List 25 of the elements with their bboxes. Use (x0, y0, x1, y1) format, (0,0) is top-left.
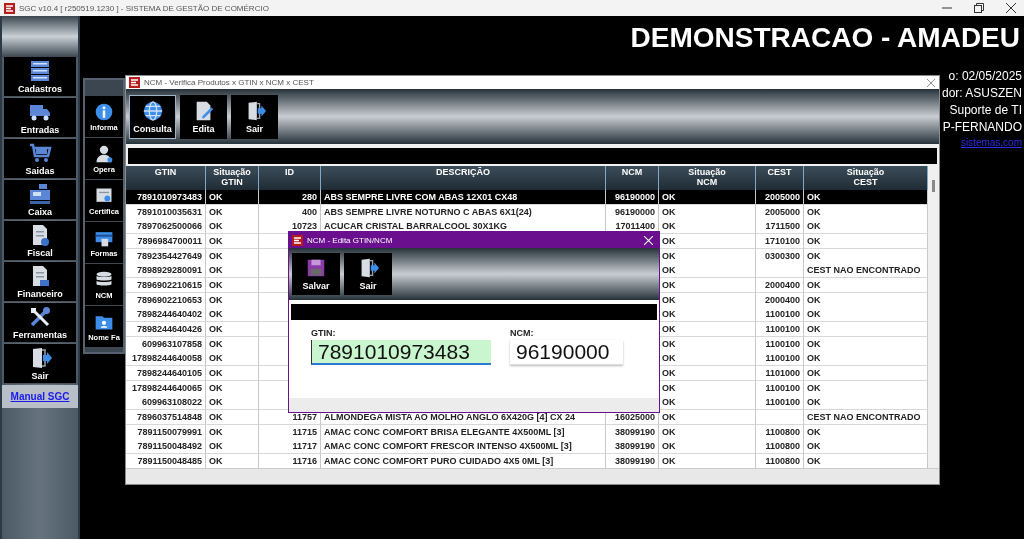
window-title: NCM - Verifica Produtos x GTIN x NCM x CEST (144, 78, 314, 87)
table-cell: 1100100 (756, 321, 804, 337)
table-cell: 7898244640426 (126, 321, 206, 337)
field-label: NCM: (510, 328, 535, 338)
table-cell: OK (659, 409, 756, 425)
table-cell: 7896902210615 (126, 277, 206, 293)
table-cell: OK (206, 409, 259, 425)
table-cell: OK (206, 233, 259, 249)
table-cell: 7896037514848 (126, 409, 206, 425)
table-cell: 7896984700011 (126, 233, 206, 249)
table-cell: 7898244640105 (126, 365, 206, 381)
window-title: SGC v10.4 [ r250519.1230 ] - SISTEMA DE GESTÃO DE COMÉRCIO (19, 3, 269, 13)
dialog-title: NCM - Edita GTIN/NCM (307, 235, 393, 245)
field-label: GTIN: (311, 328, 337, 338)
info-text: o: 02/05/2025 (948, 68, 1022, 85)
table-cell: OK (206, 277, 259, 293)
company-name: DEMONSTRACAO - AMADEU (630, 22, 1020, 54)
table-cell: OK (206, 321, 259, 337)
info-text: dor: ASUSZEN (941, 85, 1022, 102)
table-cell: 1710100 (756, 233, 804, 249)
table-cell: 2000400 (756, 277, 804, 293)
info-text: P-FERNANDO (942, 119, 1022, 136)
info-text: Suporte de TI (949, 102, 1022, 119)
table-cell: 1101000 (756, 365, 804, 381)
table-cell: OK (206, 365, 259, 381)
